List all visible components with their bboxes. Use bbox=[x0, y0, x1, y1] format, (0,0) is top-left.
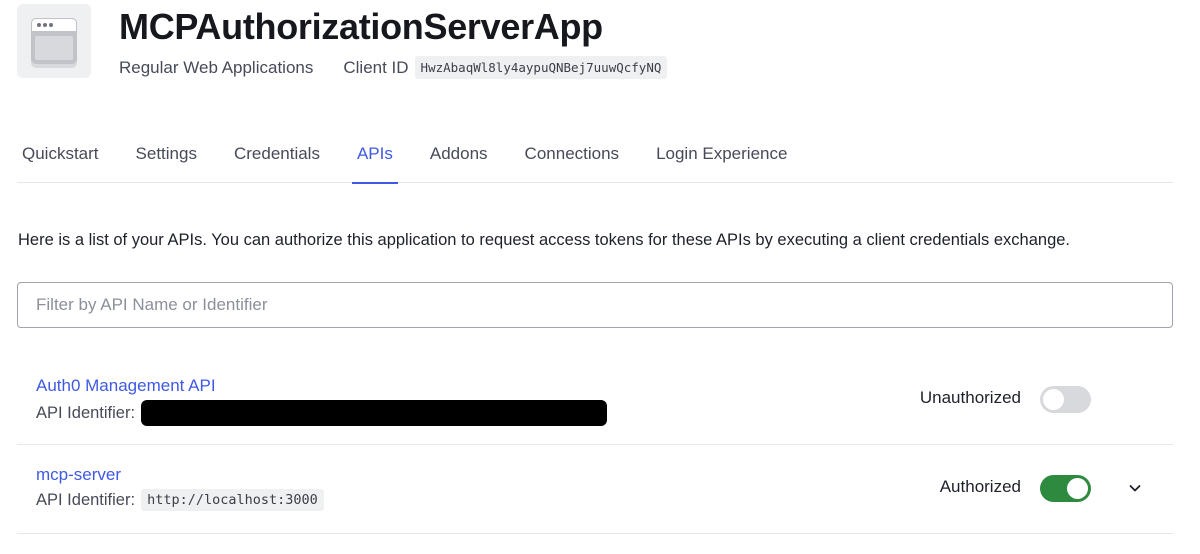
api-name-link[interactable]: Auth0 Management API bbox=[36, 376, 216, 396]
api-identifier: API Identifier: bbox=[36, 400, 608, 426]
api-identifier-value: http://localhost:3000 bbox=[141, 489, 324, 511]
chevron-down-icon[interactable] bbox=[1127, 480, 1143, 496]
api-identifier-label: API Identifier: bbox=[36, 490, 136, 509]
tab-addons[interactable]: Addons bbox=[425, 134, 493, 183]
app-type: Regular Web Applications bbox=[119, 57, 314, 77]
tab-login-experience[interactable]: Login Experience bbox=[651, 134, 792, 183]
page-title: MCPAuthorizationServerApp bbox=[119, 6, 603, 47]
authorize-toggle[interactable] bbox=[1040, 475, 1091, 502]
apis-description: Here is a list of your APIs. You can aut… bbox=[18, 231, 1071, 249]
tab-credentials[interactable]: Credentials bbox=[229, 134, 325, 183]
application-window-icon bbox=[17, 4, 91, 78]
api-identifier: API Identifier: http://localhost:3000 bbox=[36, 489, 324, 511]
client-id-label: Client ID bbox=[343, 57, 409, 77]
authorization-status: Unauthorized bbox=[919, 388, 1021, 407]
tab-connections[interactable]: Connections bbox=[520, 134, 625, 183]
toggle-knob bbox=[1067, 478, 1088, 499]
application-page: MCPAuthorizationServerApp Regular Web Ap… bbox=[0, 0, 1200, 554]
client-id-value[interactable]: HwzAbaqWl8ly4aypuQNBej7uuwQcfyNQ bbox=[414, 56, 668, 79]
tab-apis[interactable]: APIs bbox=[351, 134, 398, 184]
api-name-link[interactable]: mcp-server bbox=[36, 465, 121, 485]
authorization-status: Authorized bbox=[939, 477, 1021, 496]
api-identifier-label: API Identifier: bbox=[36, 403, 136, 422]
toggle-knob bbox=[1043, 389, 1064, 410]
authorize-toggle[interactable] bbox=[1040, 386, 1091, 413]
api-row: Auth0 Management API API Identifier: Una… bbox=[17, 354, 1173, 445]
redacted-identifier bbox=[141, 400, 608, 426]
tab-bar: Quickstart Settings Credentials APIs Add… bbox=[17, 134, 1173, 184]
app-meta: Regular Web Applications Client ID HwzAb… bbox=[119, 56, 668, 79]
tab-settings[interactable]: Settings bbox=[131, 134, 202, 183]
api-filter-input[interactable] bbox=[17, 282, 1173, 328]
api-row: mcp-server API Identifier: http://localh… bbox=[17, 445, 1173, 534]
tab-quickstart[interactable]: Quickstart bbox=[17, 134, 104, 183]
